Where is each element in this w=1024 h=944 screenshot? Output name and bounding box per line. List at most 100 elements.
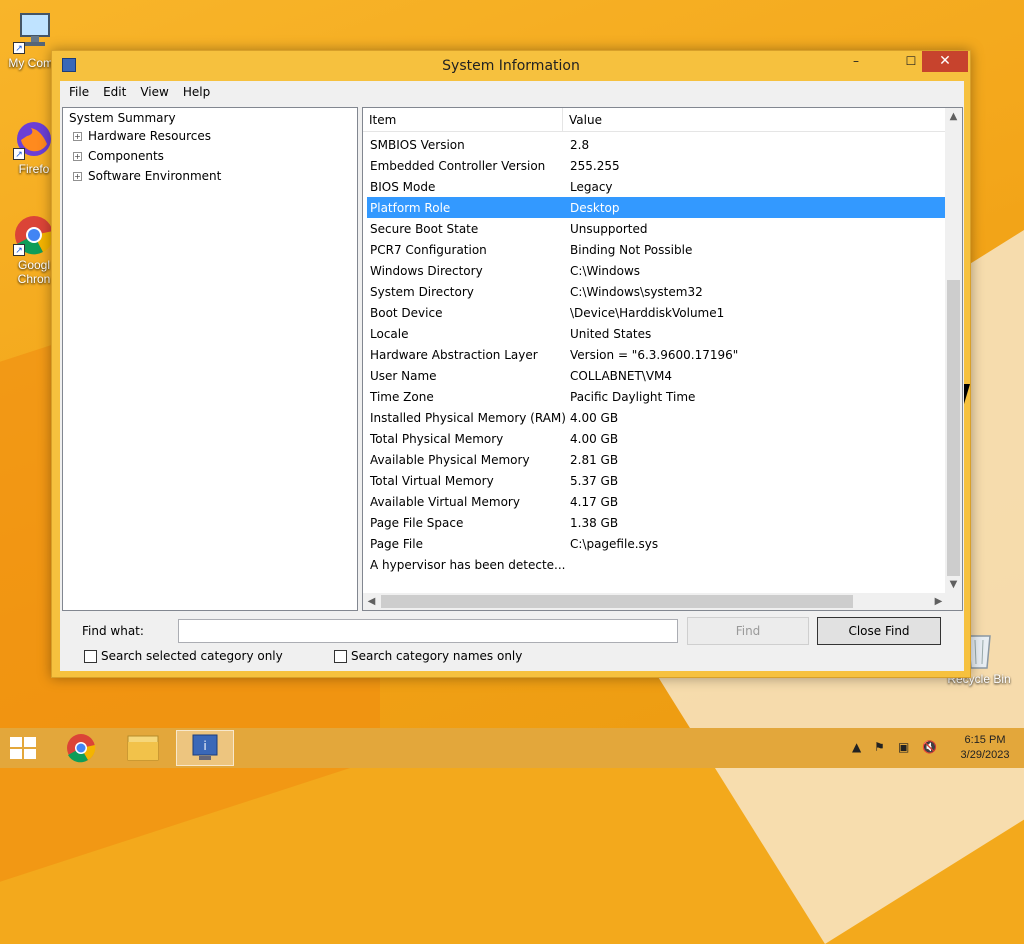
table-row[interactable]: Windows Directory C:\Windows <box>367 260 947 281</box>
horizontal-scrollbar[interactable]: ◀ ▶ <box>363 593 947 610</box>
row-item-cell: Installed Physical Memory (RAM) <box>370 410 566 425</box>
row-value-cell: 4.00 GB <box>570 431 619 446</box>
row-value-cell: C:\pagefile.sys <box>570 536 659 551</box>
taskbar-system-information-button[interactable]: i <box>176 730 234 766</box>
menu-view[interactable]: View <box>133 85 175 99</box>
row-item-cell: Locale <box>370 326 409 341</box>
table-row[interactable]: PCR7 Configuration Binding Not Possible <box>367 239 947 260</box>
expand-icon[interactable]: + <box>73 171 82 181</box>
row-item-cell: Available Physical Memory <box>370 452 530 467</box>
row-item-cell: System Directory <box>370 284 474 299</box>
start-button[interactable] <box>10 737 38 761</box>
find-button[interactable]: Find <box>687 617 809 645</box>
table-row[interactable]: Secure Boot State Unsupported <box>367 218 947 239</box>
vertical-scroll-thumb[interactable] <box>947 280 960 576</box>
list-header: Item Value <box>363 108 947 132</box>
tree-item-components[interactable]: + Components <box>67 146 353 166</box>
row-item-cell: PCR7 Configuration <box>370 242 487 257</box>
firefox-icon: ↗ <box>13 118 55 160</box>
table-row[interactable]: System Directory C:\Windows\system32 <box>367 281 947 302</box>
table-row[interactable]: Available Virtual Memory 4.17 GB <box>367 491 947 512</box>
table-row[interactable]: Page File C:\pagefile.sys <box>367 533 947 554</box>
search-selected-category-checkbox[interactable] <box>84 649 97 663</box>
list-rows: SMBIOS Version 2.8 Embedded Controller Ver… <box>367 134 947 575</box>
row-value-cell: Unsupported <box>570 221 648 236</box>
vertical-scrollbar[interactable]: ▲ ▼ <box>945 108 962 593</box>
chrome-icon <box>67 734 96 763</box>
tree-item-label: Components <box>88 149 164 163</box>
tree-item-label: Hardware Resources <box>88 129 212 143</box>
shortcut-arrow-icon: ↗ <box>13 244 25 256</box>
tree-item-system-summary[interactable]: System Summary <box>67 110 353 126</box>
horizontal-scroll-thumb[interactable] <box>381 595 853 608</box>
row-value-cell: Version = "6.3.9600.17196" <box>570 347 739 362</box>
search-category-names-option[interactable]: Search category names only <box>334 649 522 663</box>
find-bar: Find what: <box>82 619 678 643</box>
table-row[interactable]: Installed Physical Memory (RAM) 4.00 GB <box>367 407 947 428</box>
table-row[interactable]: SMBIOS Version 2.8 <box>367 134 947 155</box>
shortcut-arrow-icon: ↗ <box>13 148 25 160</box>
row-value-cell: Legacy <box>570 179 613 194</box>
expand-icon[interactable]: + <box>73 131 82 141</box>
row-item-cell: Total Physical Memory <box>370 431 504 446</box>
find-what-input[interactable] <box>178 619 678 643</box>
expand-icon[interactable]: + <box>73 151 82 161</box>
table-row[interactable]: Page File Space 1.38 GB <box>367 512 947 533</box>
row-item-cell: Secure Boot State <box>370 221 479 236</box>
title-bar[interactable]: System Information – ☐ ✕ <box>52 51 970 81</box>
table-row[interactable]: Hardware Abstraction Layer Version = "6.3… <box>367 344 947 365</box>
close-find-button[interactable]: Close Find <box>817 617 941 645</box>
table-row[interactable]: Total Virtual Memory 5.37 GB <box>367 470 947 491</box>
category-tree[interactable]: System Summary + Hardware Resources + Co… <box>62 107 358 611</box>
window-title: System Information <box>442 58 580 74</box>
row-item-cell: Hardware Abstraction Layer <box>370 347 538 362</box>
table-row[interactable]: Total Physical Memory 4.00 GB <box>367 428 947 449</box>
table-row[interactable]: Platform Role Desktop <box>367 197 947 218</box>
scroll-left-icon[interactable]: ◀ <box>363 593 380 610</box>
tree-item-software-environment[interactable]: + Software Environment <box>67 166 353 186</box>
taskbar: i ▲ ⚑ ▣ 🔇 6:15 PM 3/29/2023 <box>0 728 1024 768</box>
column-header-item[interactable]: Item <box>363 108 563 132</box>
row-value-cell: 2.81 GB <box>570 452 619 467</box>
tree-item-label: Software Environment <box>88 169 222 183</box>
table-row[interactable]: Time Zone Pacific Daylight Time <box>367 386 947 407</box>
table-row[interactable]: Embedded Controller Version 255.255 <box>367 155 947 176</box>
table-row[interactable]: Available Physical Memory 2.81 GB <box>367 449 947 470</box>
taskbar-clock[interactable]: 6:15 PM 3/29/2023 <box>952 733 1018 763</box>
menu-file[interactable]: File <box>62 85 96 99</box>
taskbar-chrome-button[interactable] <box>52 730 110 766</box>
scroll-down-icon[interactable]: ▼ <box>945 576 962 593</box>
maximize-button[interactable]: ☐ <box>897 51 925 72</box>
row-item-cell: Page File <box>370 536 423 551</box>
row-item-cell: BIOS Mode <box>370 179 436 194</box>
row-value-cell: \Device\HarddiskVolume1 <box>570 305 725 320</box>
menu-edit[interactable]: Edit <box>96 85 133 99</box>
taskbar-file-explorer-button[interactable] <box>114 730 172 766</box>
minimize-button[interactable]: – <box>842 51 870 72</box>
row-item-cell: Windows Directory <box>370 263 483 278</box>
row-item-cell: SMBIOS Version <box>370 137 465 152</box>
search-category-names-checkbox[interactable] <box>334 649 347 663</box>
search-selected-category-option[interactable]: Search selected category only <box>84 649 283 663</box>
network-icon[interactable]: ▣ <box>898 740 909 754</box>
mouse-cursor-icon <box>964 384 970 404</box>
show-hidden-icons-icon[interactable]: ▲ <box>852 740 861 754</box>
menu-help[interactable]: Help <box>176 85 217 99</box>
volume-muted-icon[interactable]: 🔇 <box>922 740 937 754</box>
row-item-cell: Platform Role <box>370 200 451 215</box>
table-row[interactable]: Locale United States <box>367 323 947 344</box>
row-value-cell: Binding Not Possible <box>570 242 693 257</box>
table-row[interactable]: Boot Device \Device\HarddiskVolume1 <box>367 302 947 323</box>
scroll-up-icon[interactable]: ▲ <box>945 108 962 125</box>
tree-item-hardware-resources[interactable]: + Hardware Resources <box>67 126 353 146</box>
table-row[interactable]: A hypervisor has been detecte... <box>367 554 947 575</box>
table-row[interactable]: BIOS Mode Legacy <box>367 176 947 197</box>
close-button[interactable]: ✕ <box>922 51 968 72</box>
column-header-value[interactable]: Value <box>563 108 947 132</box>
action-center-flag-icon[interactable]: ⚑ <box>874 740 885 754</box>
row-value-cell: 255.255 <box>570 158 620 173</box>
details-list[interactable]: Item Value SMBIOS Version 2.8 Embedded Con… <box>362 107 963 611</box>
row-value-cell: COLLABNET\VM4 <box>570 368 673 383</box>
table-row[interactable]: User Name COLLABNET\VM4 <box>367 365 947 386</box>
row-value-cell: C:\Windows\system32 <box>570 284 703 299</box>
